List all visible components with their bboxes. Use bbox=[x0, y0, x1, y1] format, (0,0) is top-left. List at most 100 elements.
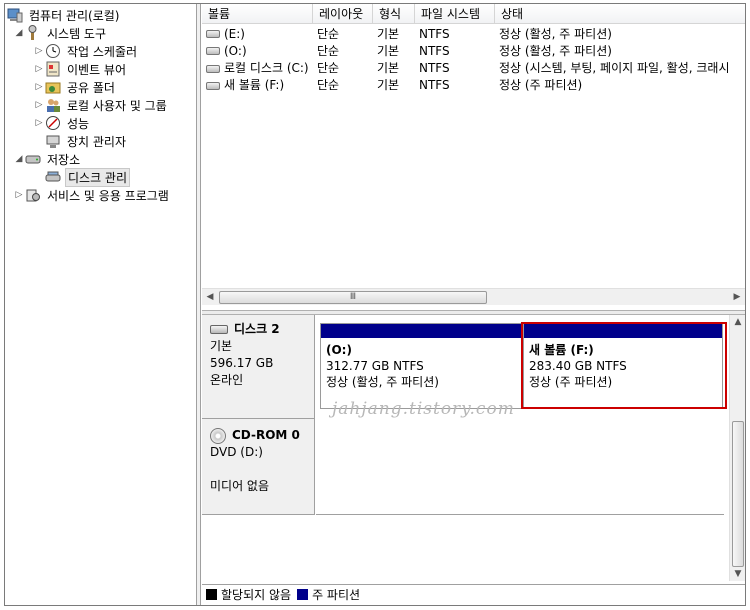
volume-status: 정상 (활성, 주 파티션) bbox=[499, 44, 612, 58]
grip-icon: Ⅲ bbox=[349, 292, 357, 302]
volume-status: 정상 (활성, 주 파티션) bbox=[499, 27, 612, 41]
volume-type: 기본 bbox=[377, 44, 400, 58]
volume-type: 기본 bbox=[377, 78, 400, 92]
volume-row[interactable]: (O:) 단순 기본 NTFS 정상 (활성, 주 파티션) bbox=[202, 42, 745, 59]
cdrom-volume-area[interactable] bbox=[316, 419, 724, 515]
volume-row[interactable]: 새 볼륨 (F:) 단순 기본 NTFS 정상 (주 파티션) bbox=[202, 76, 745, 93]
tree-item-services-apps[interactable]: ▷ 서비스 및 응용 프로그램 bbox=[13, 186, 171, 204]
tree-item-storage[interactable]: ◢ 저장소 bbox=[13, 150, 82, 168]
services-icon bbox=[25, 187, 41, 203]
volume-name: (E:) bbox=[224, 26, 245, 41]
performance-icon bbox=[45, 115, 61, 131]
volume-icon bbox=[206, 47, 220, 55]
volume-icon bbox=[206, 64, 220, 73]
tree-item-local-users[interactable]: ▷ 로컬 사용자 및 그룹 bbox=[33, 96, 169, 114]
tree-label: 성능 bbox=[67, 116, 90, 131]
vertical-scrollbar[interactable]: ▲ ▼ bbox=[729, 315, 745, 581]
tree-label: 디스크 관리 bbox=[65, 167, 131, 187]
disk-type: 기본 bbox=[210, 339, 233, 353]
tree-label: 작업 스케줄러 bbox=[67, 44, 138, 59]
column-header-type[interactable]: 형식 bbox=[373, 4, 415, 24]
computer-management-icon bbox=[7, 7, 23, 23]
volume-filesystem: NTFS bbox=[419, 43, 450, 58]
tree-item-device-manager[interactable]: 장치 관리자 bbox=[45, 132, 128, 150]
device-manager-icon bbox=[45, 133, 61, 149]
shared-folder-icon bbox=[45, 79, 61, 95]
cdrom-drive: DVD (D:) bbox=[210, 445, 263, 459]
legend-primary-partition: 주 파티션 bbox=[297, 586, 360, 603]
volume-row[interactable]: 로컬 디스크 (C:) 단순 기본 NTFS 정상 (시스템, 부팅, 페이지 … bbox=[202, 59, 745, 76]
tree-label: 장치 관리자 bbox=[67, 134, 127, 149]
column-header-layout[interactable]: 레이아웃 bbox=[313, 4, 373, 24]
horizontal-scrollbar[interactable]: ◀ Ⅲ ▶ bbox=[202, 288, 745, 305]
tree-item-task-scheduler[interactable]: ▷ 작업 스케줄러 bbox=[33, 42, 139, 60]
volume-icon bbox=[206, 30, 220, 38]
tree-label: 저장소 bbox=[47, 152, 81, 167]
legend-bar: 할당되지 않음 주 파티션 bbox=[202, 584, 745, 604]
scroll-left-icon[interactable]: ◀ bbox=[202, 289, 218, 306]
disk-graphical-view: 디스크 2 기본 596.17 GB 온라인 (O:) 312.77 GB NT… bbox=[202, 315, 745, 581]
volume-filesystem: NTFS bbox=[419, 60, 450, 75]
volume-status: 정상 (주 파티션) bbox=[499, 78, 583, 92]
volume-name: (O:) bbox=[224, 43, 247, 58]
legend-unallocated: 할당되지 않음 bbox=[206, 586, 291, 603]
partition-size: 312.77 GB NTFS bbox=[326, 359, 424, 373]
storage-icon bbox=[25, 151, 41, 167]
column-header-status[interactable]: 상태 bbox=[495, 4, 745, 24]
primary-partition-swatch bbox=[297, 589, 309, 600]
expand-arrow-icon[interactable]: ▷ bbox=[33, 100, 45, 110]
clock-icon bbox=[45, 43, 61, 59]
scrollbar-thumb[interactable]: Ⅲ bbox=[219, 291, 487, 304]
scrollbar-thumb[interactable] bbox=[732, 421, 744, 567]
expand-arrow-icon[interactable]: ▷ bbox=[33, 46, 45, 56]
volume-type: 기본 bbox=[377, 61, 400, 75]
cdrom-title: CD-ROM 0 bbox=[232, 428, 300, 442]
tree-item-event-viewer[interactable]: ▷ 이벤트 뷰어 bbox=[33, 60, 128, 78]
tree-item-disk-management[interactable]: 디스크 관리 bbox=[45, 167, 131, 187]
cdrom-0-label[interactable]: CD-ROM 0 DVD (D:) 미디어 없음 bbox=[202, 419, 315, 515]
legend-label: 주 파티션 bbox=[312, 588, 361, 602]
expand-arrow-icon[interactable]: ▷ bbox=[33, 82, 45, 92]
pane-splitter[interactable] bbox=[197, 4, 201, 605]
scroll-right-icon[interactable]: ▶ bbox=[729, 289, 745, 306]
volume-name: 로컬 디스크 (C:) bbox=[224, 61, 309, 75]
event-viewer-icon bbox=[45, 61, 61, 77]
collapse-arrow-icon[interactable]: ◢ bbox=[13, 28, 25, 38]
volume-list-header: 볼륨 레이아웃 형식 파일 시스템 상태 bbox=[202, 4, 745, 24]
primary-partition-bar bbox=[321, 324, 521, 338]
volume-type: 기본 bbox=[377, 27, 400, 41]
volume-layout: 단순 bbox=[317, 44, 340, 58]
collapse-arrow-icon[interactable]: ◢ bbox=[13, 154, 25, 164]
cd-rom-icon bbox=[210, 427, 226, 444]
expand-arrow-icon[interactable]: ▷ bbox=[13, 190, 25, 200]
partition-o[interactable]: (O:) 312.77 GB NTFS 정상 (활성, 주 파티션) bbox=[320, 323, 522, 409]
tree-label: 로컬 사용자 및 그룹 bbox=[67, 98, 167, 113]
scroll-up-icon[interactable]: ▲ bbox=[730, 315, 746, 329]
volume-filesystem: NTFS bbox=[419, 77, 450, 92]
tree-item-computer-management[interactable]: 컴퓨터 관리(로컬) bbox=[7, 6, 121, 24]
legend-label: 할당되지 않음 bbox=[221, 588, 292, 602]
tree-item-performance[interactable]: ▷ 성능 bbox=[33, 114, 91, 132]
scroll-down-icon[interactable]: ▼ bbox=[730, 567, 746, 581]
volume-layout: 단순 bbox=[317, 78, 340, 92]
unallocated-swatch bbox=[206, 589, 217, 600]
disk-title: 디스크 2 bbox=[234, 322, 280, 336]
volume-row[interactable]: (E:) 단순 기본 NTFS 정상 (활성, 주 파티션) bbox=[202, 25, 745, 42]
column-header-filesystem[interactable]: 파일 시스템 bbox=[415, 4, 495, 24]
tree-label: 서비스 및 응용 프로그램 bbox=[47, 188, 169, 203]
system-tools-icon bbox=[25, 25, 41, 41]
navigation-tree: 컴퓨터 관리(로컬) ◢ 시스템 도구 ▷ 작업 스케줄러 ▷ 이벤트 뷰어 ▷ bbox=[5, 4, 197, 605]
disk-icon bbox=[210, 325, 228, 334]
tree-item-shared-folders[interactable]: ▷ 공유 폴더 bbox=[33, 78, 117, 96]
volume-name: 새 볼륨 (F:) bbox=[224, 78, 285, 92]
tree-item-system-tools[interactable]: ◢ 시스템 도구 bbox=[13, 24, 108, 42]
tree-label: 이벤트 뷰어 bbox=[67, 62, 127, 77]
column-header-volume[interactable]: 볼륨 bbox=[202, 4, 313, 24]
expand-arrow-icon[interactable]: ▷ bbox=[33, 64, 45, 74]
volume-status: 정상 (시스템, 부팅, 페이지 파일, 활성, 크래시 bbox=[499, 61, 730, 75]
expand-arrow-icon[interactable]: ▷ bbox=[33, 118, 45, 128]
cdrom-media: 미디어 없음 bbox=[210, 479, 270, 493]
tree-label: 시스템 도구 bbox=[47, 26, 107, 41]
disk-2-label[interactable]: 디스크 2 기본 596.17 GB 온라인 bbox=[202, 315, 315, 419]
disk-management-icon bbox=[45, 169, 61, 185]
